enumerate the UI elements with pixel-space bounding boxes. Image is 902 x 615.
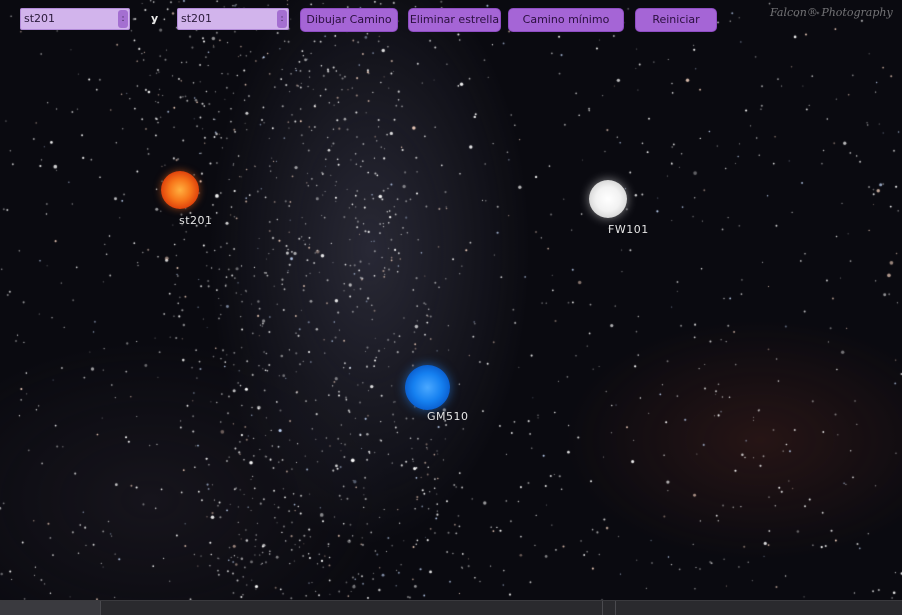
delete-star-button[interactable]: Eliminar estrella	[408, 8, 501, 32]
destination-star-select[interactable]: st201 :	[177, 8, 289, 30]
star-node-fw101[interactable]	[589, 180, 627, 218]
origin-star-select[interactable]: st201 :	[20, 8, 130, 30]
reset-button[interactable]: Reiniciar	[635, 8, 717, 32]
starfield-background	[0, 0, 902, 600]
destination-star-value: st201	[181, 12, 213, 25]
draw-path-button[interactable]: Dibujar Camino	[300, 8, 398, 32]
dropdown-arrow-icon[interactable]: :	[277, 10, 287, 28]
min-path-button[interactable]: Camino mínimo	[508, 8, 624, 32]
star-node-st201[interactable]	[161, 171, 199, 209]
bottom-status-bar	[0, 600, 902, 615]
dropdown-arrow-icon[interactable]: :	[118, 10, 128, 28]
photo-watermark: Falcon® Photography	[770, 6, 893, 19]
star-node-gm510[interactable]	[405, 365, 450, 410]
status-bar-segment	[0, 601, 101, 615]
star-label-st201: st201	[179, 214, 213, 227]
star-label-gm510: GM510	[427, 410, 469, 423]
status-bar-segment	[602, 601, 616, 615]
connector-label: y	[151, 12, 159, 25]
origin-star-value: st201	[24, 12, 56, 25]
status-bar-segment	[100, 601, 603, 615]
star-label-fw101: FW101	[608, 223, 649, 236]
